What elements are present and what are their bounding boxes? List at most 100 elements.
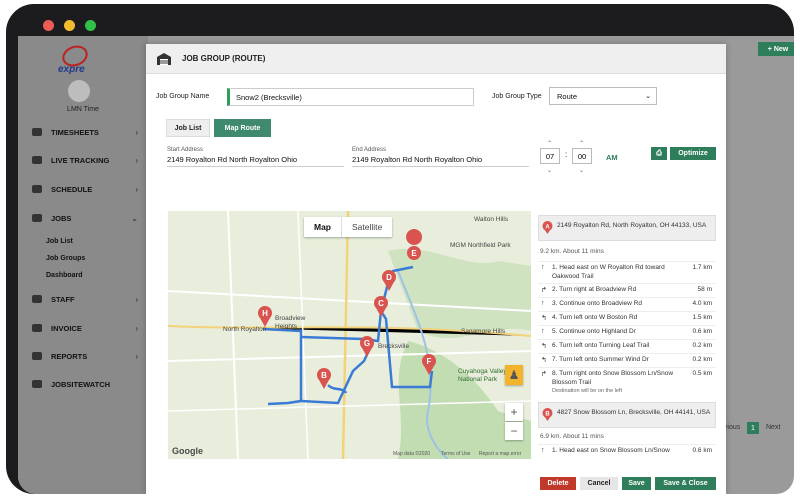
direction-step: ↰ 6. Turn left onto Turning Leaf Trail 0.2… [538,339,716,352]
invoice-icon [32,324,42,332]
minute-input[interactable]: 00 [572,148,592,164]
cancel-button[interactable]: Cancel [580,477,618,490]
clock-icon [32,128,42,136]
nav-live-tracking[interactable]: LIVE TRACKING › [18,149,148,171]
direction-step: ↑ 1. Head east on W Royalton Rd toward Oa… [538,261,716,281]
app-logo: expre [48,42,120,76]
waypoint-b: B 4827 Snow Blossom Ln, Brecksville, OH … [538,402,716,428]
eye-icon [32,380,42,388]
tab-map-route[interactable]: Map Route [214,119,271,137]
nav-schedule[interactable]: SCHEDULE › [18,178,148,200]
zoom-out-button[interactable]: − [505,422,523,440]
pager-current[interactable]: 1 [747,422,759,434]
nav-reports[interactable]: REPORTS › [18,345,148,367]
direction-step: ↑ 3. Continue onto Broadview Rd 4.0 km [538,297,716,310]
nav-jobsitewatch[interactable]: JOBSITEWATCH [18,373,148,395]
briefcase-icon [32,214,42,222]
time-colon: : [565,150,568,159]
group-name-label: Job Group Name [156,93,210,100]
new-button[interactable]: + New [758,42,794,56]
chevron-down-icon: ⌄ [645,93,651,100]
turn-right-icon: ↱ [541,371,547,378]
avatar [68,80,90,102]
direction-step: ↱ 8. Turn right onto Snow Blossom Ln/Snow… [538,367,716,397]
pager-next[interactable]: Next [766,424,780,431]
modal-title: JOB GROUP (ROUTE) [182,54,266,63]
leg-summary: 9.2 km. About 11 mins [540,248,604,255]
turn-right-icon: ↱ [541,287,547,294]
nav-jobs[interactable]: JOBS ⌄ [18,207,148,229]
nav-job-groups[interactable]: Job Groups [46,255,85,262]
screen: expre LMN Time TIMESHEETS › LIVE TRACKING… [18,36,794,494]
hour-input[interactable]: 07 [540,148,560,164]
svg-text:B: B [545,412,550,418]
pin-icon [32,156,42,164]
sidebar: expre LMN Time TIMESHEETS › LIVE TRACKING… [18,36,148,494]
nav-job-list[interactable]: Job List [46,238,73,245]
tab-job-list[interactable]: Job List [166,119,210,137]
waypoint-a: A 2149 Royalton Rd, North Royalton, OH 4… [538,215,716,241]
minute-down-button[interactable]: ⌄ [579,167,584,174]
window-maximize-button[interactable] [85,20,96,31]
directions-panel: A 2149 Royalton Rd, North Royalton, OH 4… [538,211,718,459]
straight-arrow-icon: ↑ [541,300,545,307]
marker-label: F [427,357,432,366]
zoom-in-button[interactable]: + [505,403,523,421]
window-close-button[interactable] [43,20,54,31]
marker-a-icon: A [542,221,553,234]
map-marker-c[interactable]: C [374,296,388,317]
turn-left-icon: ↰ [541,357,547,364]
nav-timesheets[interactable]: TIMESHEETS › [18,121,148,143]
minute-up-button[interactable]: ⌃ [579,140,584,147]
waypoint-address: 4827 Snow Blossom Ln, Brecksville, OH 44… [557,409,711,416]
turn-left-icon: ↰ [541,343,547,350]
marker-label: H [262,309,268,318]
optimize-button[interactable]: Optimize [670,147,716,160]
group-type-select[interactable]: Route ⌄ [549,87,657,105]
marker-label: B [321,371,327,380]
route-map[interactable]: Map Satellite Walton Hills MGM Northfiel… [168,211,531,459]
start-address-input[interactable]: 2149 Royalton Rd North Royalton Ohio [167,155,344,167]
nav-invoice[interactable]: INVOICE › [18,317,148,339]
straight-arrow-icon: ↑ [541,447,545,454]
hour-up-button[interactable]: ⌃ [547,140,552,147]
chart-icon [32,352,42,360]
hour-down-button[interactable]: ⌄ [547,167,552,174]
marker-label: G [364,339,370,348]
print-button[interactable]: ⎙ [651,147,667,160]
nav-dashboard[interactable]: Dashboard [46,272,83,279]
garage-icon [156,52,172,66]
leg-summary: 6.9 km. About 11 mins [540,433,604,440]
map-terms-link[interactable]: Terms of Use [441,451,470,457]
user-label: LMN Time [67,106,99,113]
svg-text:A: A [545,225,550,231]
start-address-label: Start Address [167,147,204,153]
marker-label: E [411,249,417,258]
save-close-button[interactable]: Save & Close [655,477,716,490]
map-marker-d[interactable]: D [382,270,396,291]
map-markers: E D C G H F B [258,229,436,389]
nav-staff[interactable]: STAFF › [18,288,148,310]
group-name-input[interactable]: Snow2 (Brecksville) [227,88,474,106]
map-report-link[interactable]: Report a map error [479,451,521,457]
save-button[interactable]: Save [622,477,651,490]
calendar-icon [32,185,42,193]
street-view-icon[interactable]: ♟ [505,365,523,385]
marker-label: D [386,273,392,282]
map-marker-f[interactable]: F [422,354,436,375]
direction-step: ↑ 1. Head east on Snow Blossom Ln/Snow 0.6… [538,444,716,459]
marker-b-icon: B [542,408,553,421]
direction-step: ↰ 7. Turn left onto Summer Wind Dr 0.2 km [538,353,716,366]
direction-step: ↑ 5. Continue onto Highland Dr 0.6 km [538,325,716,338]
map-marker-g[interactable]: G [360,336,374,357]
group-type-label: Job Group Type [492,93,542,100]
map-marker-h[interactable]: H [258,306,272,327]
map-marker-b[interactable]: B [317,368,331,389]
delete-button[interactable]: Delete [540,477,576,490]
window-minimize-button[interactable] [64,20,75,31]
map-marker-e[interactable]: E [406,229,423,261]
device-frame: expre LMN Time TIMESHEETS › LIVE TRACKING… [6,4,794,494]
end-address-input[interactable]: 2149 Royalton Rd North Royalton Ohio [352,155,529,167]
ampm-toggle[interactable]: AM [606,153,618,162]
end-address-label: End Address [352,147,387,153]
